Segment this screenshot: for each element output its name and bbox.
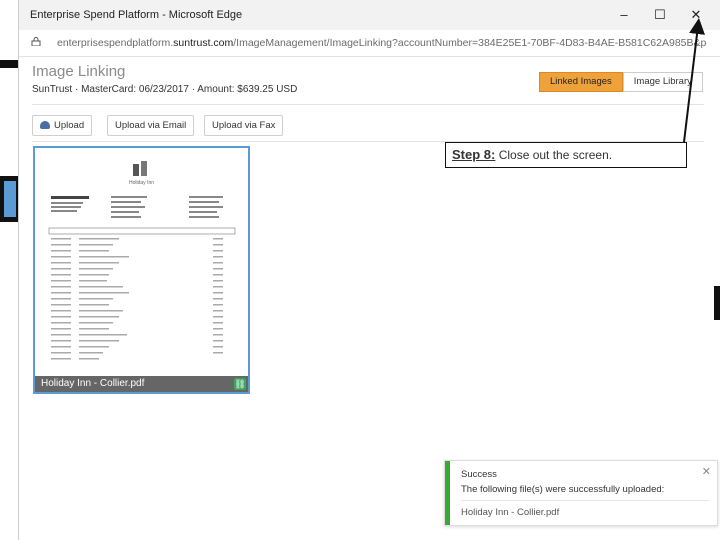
cloud-upload-icon (40, 121, 50, 129)
toast-status-bar (445, 461, 450, 525)
callout-text: Close out the screen. (498, 148, 613, 162)
browser-window: Enterprise Spend Platform - Microsoft Ed… (18, 0, 720, 540)
success-toast: Success The following file(s) were succe… (444, 460, 718, 526)
tab-image-library[interactable]: Image Library (622, 72, 703, 92)
toast-close-icon[interactable]: ✕ (702, 465, 711, 478)
toast-message: The following file(s) were successfully … (461, 484, 665, 495)
toast-divider (461, 500, 709, 501)
address-bar[interactable]: enterprisespendplatform.suntrust.com/Ima… (19, 30, 720, 57)
transaction-info: SunTrust · MasterCard: 06/23/2017 · Amou… (32, 84, 298, 95)
image-thumbnail[interactable]: Holiday Inn Holiday Inn - Collier.pdf ⛓ (33, 146, 250, 394)
callout-step: Step 8: (452, 147, 496, 162)
edge-mark-box-inner (4, 181, 16, 217)
url-domain: suntrust.com (173, 37, 234, 49)
toast-file: Holiday Inn - Collier.pdf (461, 507, 560, 518)
upload-fax-button[interactable]: Upload via Fax (204, 115, 284, 136)
edge-mark-top (0, 60, 18, 68)
link-icon[interactable]: ⛓ (234, 378, 246, 390)
thumbnail-filename: Holiday Inn - Collier.pdf (41, 378, 145, 389)
close-button[interactable]: ✕ (681, 4, 711, 26)
upload-label: Upload (54, 120, 85, 131)
slide-edge (0, 0, 18, 540)
minimize-button[interactable]: – (609, 4, 639, 26)
url-path: /ImageManagement/ImageLinking?accountNum… (233, 37, 707, 49)
header-divider (32, 104, 704, 105)
thumbnail-caption: Holiday Inn - Collier.pdf ⛓ (35, 376, 248, 392)
title-bar: Enterprise Spend Platform - Microsoft Ed… (19, 0, 720, 30)
instruction-callout: Step 8: Close out the screen. (445, 142, 687, 168)
maximize-button[interactable]: ☐ (645, 4, 675, 26)
page-title: Image Linking (32, 63, 126, 80)
tab-linked-images[interactable]: Linked Images (539, 72, 623, 92)
upload-email-button[interactable]: Upload via Email (107, 115, 195, 136)
logo-text: Holiday Inn (129, 180, 154, 186)
url-prefix: enterprisespendplatform. (57, 37, 174, 49)
url-text[interactable]: enterprisespendplatform.suntrust.com/Ima… (57, 37, 707, 49)
view-tabs: Linked Images Image Library (539, 72, 703, 92)
invoice-preview: Holiday Inn (43, 156, 240, 378)
window-title: Enterprise Spend Platform - Microsoft Ed… (30, 9, 243, 21)
edge-mark-right (714, 286, 720, 320)
upload-button[interactable]: Upload (32, 115, 93, 136)
lock-icon (31, 37, 41, 46)
toast-title: Success (461, 469, 497, 480)
